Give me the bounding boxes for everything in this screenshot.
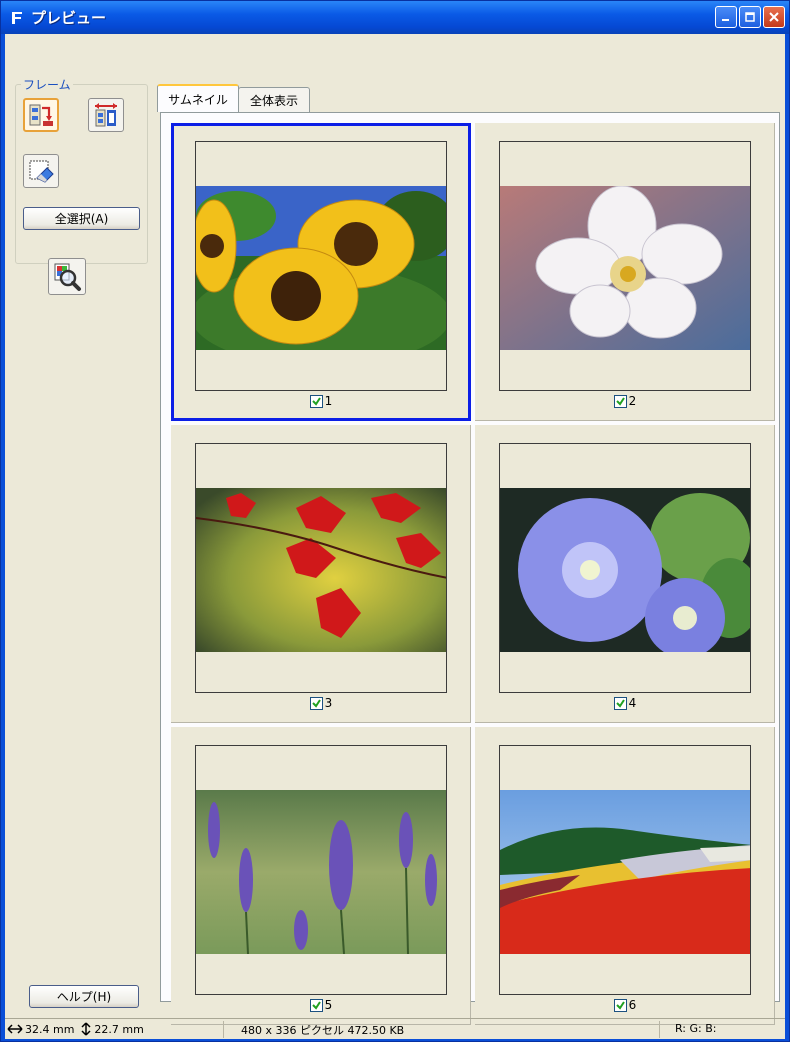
checkmark-icon xyxy=(615,698,625,708)
size-readout: 32.4 mm 22.7 mm xyxy=(7,1022,144,1036)
thumbnail-checkbox[interactable] xyxy=(613,696,627,710)
thumbnail-checkbox[interactable] xyxy=(613,998,627,1012)
sunflower-photo xyxy=(196,186,446,350)
frame-width-button[interactable] xyxy=(88,98,124,132)
frame-width-icon xyxy=(95,103,117,127)
preview-window: プレビュー フレーム 全選択(A) ヘルプ(H) サムネイル 全体表示 1 2 … xyxy=(0,0,790,1042)
thumbnail-check-row: 5 xyxy=(171,998,471,1012)
minimize-button[interactable] xyxy=(715,6,737,28)
tab-thumbnail[interactable]: サムネイル xyxy=(157,84,239,112)
thumbnail-number: 6 xyxy=(628,998,637,1012)
title-bar[interactable]: プレビュー xyxy=(1,1,789,34)
status-divider xyxy=(659,1021,660,1038)
auto-detect-frame-button[interactable] xyxy=(23,98,59,132)
checkmark-icon xyxy=(311,698,321,708)
thumbnail-checkbox[interactable] xyxy=(309,998,323,1012)
rgb-readout: R: G: B: xyxy=(675,1022,717,1035)
morning-glory-photo xyxy=(500,488,750,652)
maximize-icon xyxy=(745,12,755,22)
lavender-photo xyxy=(196,790,446,954)
close-icon xyxy=(769,12,779,22)
thumbnail-cell-6[interactable]: 6 xyxy=(475,727,775,1025)
status-divider xyxy=(223,1021,224,1038)
tab-full-view[interactable]: 全体表示 xyxy=(238,87,310,112)
select-all-button[interactable]: 全選択(A) xyxy=(23,207,140,230)
thumbnail-frame xyxy=(499,141,751,391)
thumbnail-cell-1[interactable]: 1 xyxy=(171,123,471,421)
clear-frame-button[interactable] xyxy=(23,154,59,188)
help-button[interactable]: ヘルプ(H) xyxy=(29,985,139,1008)
thumbnail-cell-5[interactable]: 5 xyxy=(171,727,471,1025)
thumbnail-number: 1 xyxy=(324,394,333,408)
zoom-preview-button[interactable] xyxy=(48,258,86,295)
white-blossom-photo xyxy=(500,186,750,350)
window-title: プレビュー xyxy=(31,9,107,27)
thumbnail-number: 5 xyxy=(324,998,333,1012)
maximize-button[interactable] xyxy=(739,6,761,28)
magnifier-icon xyxy=(54,263,81,291)
close-button[interactable] xyxy=(763,6,785,28)
height-arrow-icon xyxy=(81,1022,91,1036)
thumbnail-check-row: 3 xyxy=(171,696,471,710)
app-icon xyxy=(12,11,22,24)
thumbnail-number: 4 xyxy=(628,696,637,710)
thumbnail-checkbox[interactable] xyxy=(309,696,323,710)
checkmark-icon xyxy=(615,396,625,406)
image-info: 480 x 336 ピクセル 472.50 KB xyxy=(241,1024,405,1037)
thumbnail-cell-2[interactable]: 2 xyxy=(475,123,775,421)
frame-detect-icon xyxy=(29,104,53,126)
thumbnail-number: 2 xyxy=(628,394,637,408)
thumbnail-frame xyxy=(499,443,751,693)
eraser-icon xyxy=(29,160,54,183)
checkmark-icon xyxy=(311,1000,321,1010)
thumbnail-check-row: 4 xyxy=(475,696,775,710)
height-value: 22.7 mm xyxy=(94,1022,144,1036)
maple-leaves-photo xyxy=(196,488,446,652)
checkmark-icon xyxy=(615,1000,625,1010)
thumbnail-check-row: 6 xyxy=(475,998,775,1012)
thumbnail-check-row: 2 xyxy=(475,394,775,408)
flower-field-photo xyxy=(500,790,750,954)
thumbnail-frame xyxy=(195,443,447,693)
thumbnail-frame xyxy=(195,141,447,391)
thumbnail-checkbox[interactable] xyxy=(613,394,627,408)
status-bar: 32.4 mm 22.7 mm 480 x 336 ピクセル 472.50 KB… xyxy=(5,1018,785,1039)
frame-label: フレーム xyxy=(21,76,73,93)
thumbnail-number: 3 xyxy=(324,696,333,710)
client-area: フレーム 全選択(A) ヘルプ(H) サムネイル 全体表示 1 2 3 4 5 … xyxy=(5,34,785,1039)
width-value: 32.4 mm xyxy=(25,1022,75,1036)
thumbnail-pane: 1 2 3 4 5 6 xyxy=(160,112,780,1025)
thumbnail-checkbox[interactable] xyxy=(309,394,323,408)
thumbnail-cell-4[interactable]: 4 xyxy=(475,425,775,723)
width-arrow-icon xyxy=(7,1024,23,1034)
thumbnail-frame xyxy=(499,745,751,995)
thumbnail-cell-3[interactable]: 3 xyxy=(171,425,471,723)
checkmark-icon xyxy=(311,396,321,406)
minimize-icon xyxy=(722,19,729,21)
thumbnail-frame xyxy=(195,745,447,995)
thumbnail-check-row: 1 xyxy=(171,394,471,408)
